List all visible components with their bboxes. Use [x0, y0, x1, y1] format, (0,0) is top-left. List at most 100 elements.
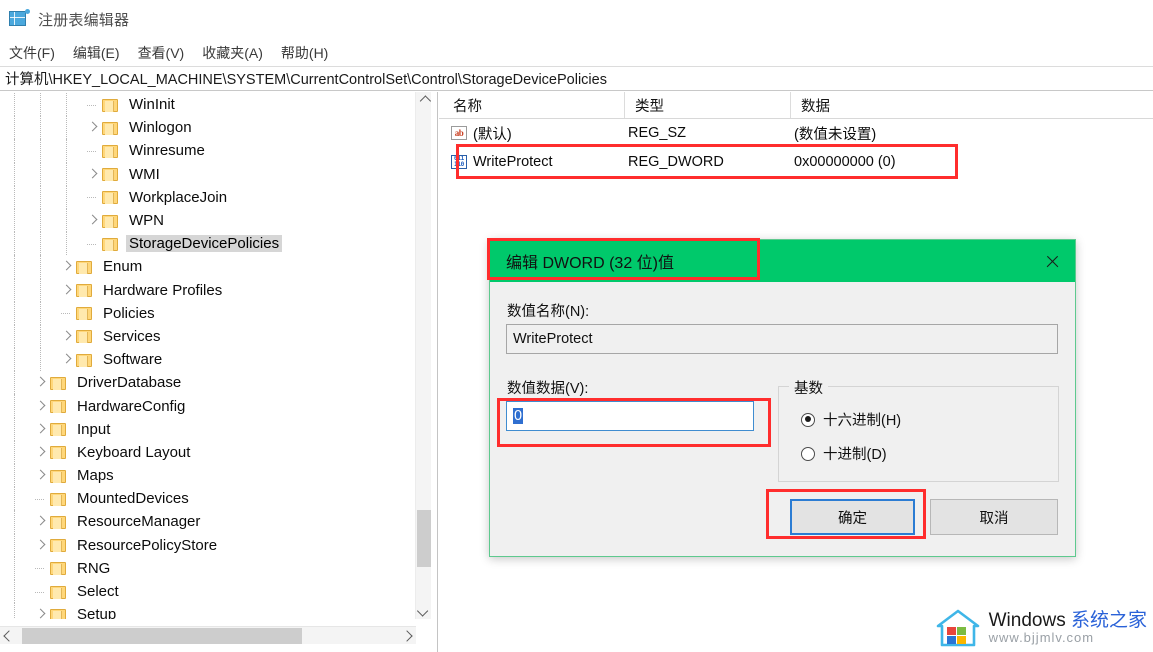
menu-help[interactable]: 帮助(H) [272, 41, 337, 65]
chevron-right-icon[interactable] [34, 446, 47, 459]
tree-hscroll-thumb[interactable] [22, 628, 302, 644]
radio-decimal-icon [801, 446, 815, 461]
value-data-cell: (数值未设置) [794, 126, 877, 143]
column-header-type[interactable]: 类型 [624, 92, 790, 118]
tree-guide-line [40, 139, 42, 163]
chevron-right-icon[interactable] [86, 121, 99, 134]
chevron-right-icon[interactable] [60, 284, 73, 297]
column-header-name[interactable]: 名称 [439, 92, 624, 118]
chevron-right-icon[interactable] [34, 608, 47, 619]
tree-guide-line [14, 185, 16, 209]
dialog-title: 编辑 DWORD (32 位)值 [506, 255, 675, 272]
chevron-right-icon[interactable] [60, 353, 73, 366]
tree-item-label: WinInit [129, 96, 175, 114]
tree-tick-line [87, 243, 96, 245]
tree-tick-line [35, 498, 44, 500]
watermark-text: Windows 系统之家 www.bjjmlv.com [989, 611, 1147, 645]
close-icon[interactable] [1029, 240, 1075, 282]
tree-guide-line [14, 255, 16, 279]
scroll-down-arrow-icon[interactable] [416, 602, 432, 619]
folder-icon [50, 585, 67, 599]
tree-item-keyboard-layout[interactable]: Keyboard Layout [0, 440, 416, 464]
ok-button[interactable]: 确定 [790, 499, 915, 535]
menu-edit[interactable]: 编辑(E) [64, 41, 129, 65]
folder-icon [50, 376, 67, 390]
tree-vscroll-thumb[interactable] [417, 510, 431, 567]
menu-view[interactable]: 查看(V) [129, 41, 194, 65]
chevron-right-icon[interactable] [86, 168, 99, 181]
column-header-data[interactable]: 数据 [790, 92, 1153, 118]
tree-item-workplacejoin[interactable]: WorkplaceJoin [0, 185, 416, 209]
menu-favorites[interactable]: 收藏夹(A) [193, 41, 272, 65]
tree-item-input[interactable]: Input [0, 417, 416, 441]
tree-item-resourcepolicystore[interactable]: ResourcePolicyStore [0, 533, 416, 557]
chevron-right-icon[interactable] [34, 400, 47, 413]
tree-item-enum[interactable]: Enum [0, 255, 416, 279]
scroll-up-arrow-icon[interactable] [416, 92, 432, 109]
chevron-right-icon[interactable] [34, 539, 47, 552]
tree-item-wininit[interactable]: WinInit [0, 93, 416, 117]
tree-guide-line [40, 162, 42, 186]
folder-icon [50, 608, 67, 619]
chevron-right-icon[interactable] [60, 330, 73, 343]
tree-item-setup[interactable]: Setup [0, 603, 416, 619]
tree-item-winresume[interactable]: Winresume [0, 139, 416, 163]
value-data-input[interactable]: 0 [506, 401, 754, 431]
tree-item-label: WMI [129, 165, 160, 183]
tree-item-hardwareconfig[interactable]: HardwareConfig [0, 394, 416, 418]
menu-file[interactable]: 文件(F) [0, 41, 64, 65]
folder-icon [50, 561, 67, 576]
tree-item-wpn[interactable]: WPN [0, 208, 416, 233]
chevron-right-icon[interactable] [86, 214, 99, 227]
tree-item-policies[interactable]: Policies [0, 301, 416, 325]
tree-item-resourcemanager[interactable]: ResourceManager [0, 510, 416, 534]
tree-guide-line [14, 510, 16, 534]
chevron-right-icon[interactable] [60, 260, 73, 273]
tree-guide-line [66, 93, 68, 117]
tree-item-label: WPN [129, 212, 164, 230]
folder-icon [102, 214, 119, 228]
registry-editor-window: 注册表编辑器 文件(F) 编辑(E) 查看(V) 收藏夹(A) 帮助(H) 计算… [0, 0, 1153, 652]
scroll-left-arrow-icon[interactable] [0, 627, 18, 645]
tree-item-hardware-profiles[interactable]: Hardware Profiles [0, 278, 416, 302]
value-name-text: WriteProtect [473, 154, 553, 170]
tree-item-maps[interactable]: Maps [0, 464, 416, 488]
tree-vertical-scrollbar[interactable] [415, 92, 432, 619]
tree-item-wmi[interactable]: WMI [0, 162, 416, 186]
tree-horizontal-scrollbar[interactable] [0, 626, 416, 644]
string-value-icon: ab [451, 126, 467, 140]
tree-tick-line [35, 591, 44, 593]
watermark-brand-cn: 系统之家 [1070, 610, 1147, 632]
tree-item-select[interactable]: Select [0, 579, 416, 604]
table-row[interactable]: 011 110 WriteProtect REG_DWORD 0x00000000… [439, 147, 1153, 177]
chevron-right-icon[interactable] [34, 515, 47, 528]
tree-item-services[interactable]: Services [0, 324, 416, 349]
radio-decimal-label: 十进制(D) [823, 447, 887, 463]
radio-hexadecimal[interactable]: 十六进制(H) [801, 409, 901, 430]
tree-item-winlogon[interactable]: Winlogon [0, 116, 416, 140]
tree-item-mounteddevices[interactable]: MountedDevices [0, 487, 416, 511]
value-data-cell: 0x00000000 (0) [794, 154, 896, 170]
value-name-cell: ab (默认) [451, 123, 512, 144]
folder-icon [50, 399, 67, 414]
cancel-button[interactable]: 取消 [930, 499, 1058, 535]
tree-item-rng[interactable]: RNG [0, 556, 416, 580]
tree-item-driverdatabase[interactable]: DriverDatabase [0, 371, 416, 395]
tree-item-software[interactable]: Software [0, 348, 416, 372]
folder-icon [102, 167, 119, 182]
table-row[interactable]: ab (默认) REG_SZ (数值未设置) [439, 119, 1153, 147]
scroll-right-arrow-icon[interactable] [398, 627, 416, 645]
radio-decimal[interactable]: 十进制(D) [801, 443, 887, 464]
tree-item-label: DriverDatabase [77, 374, 182, 392]
chevron-right-icon[interactable] [34, 376, 47, 389]
tree-item-storagedevicepolicies[interactable]: StorageDevicePolicies [0, 232, 416, 256]
menubar: 文件(F) 编辑(E) 查看(V) 收藏夹(A) 帮助(H) [0, 40, 1153, 65]
chevron-right-icon[interactable] [34, 469, 47, 482]
folder-icon [50, 445, 67, 460]
dword-value-icon: 011 110 [451, 155, 467, 169]
address-bar[interactable]: 计算机\HKEY_LOCAL_MACHINE\SYSTEM\CurrentCon… [0, 66, 1153, 91]
tree-item-label: Enum [103, 258, 143, 276]
tree-item-label: Setup [77, 606, 117, 619]
value-name-input[interactable]: WriteProtect [506, 324, 1058, 354]
chevron-right-icon[interactable] [34, 423, 47, 436]
